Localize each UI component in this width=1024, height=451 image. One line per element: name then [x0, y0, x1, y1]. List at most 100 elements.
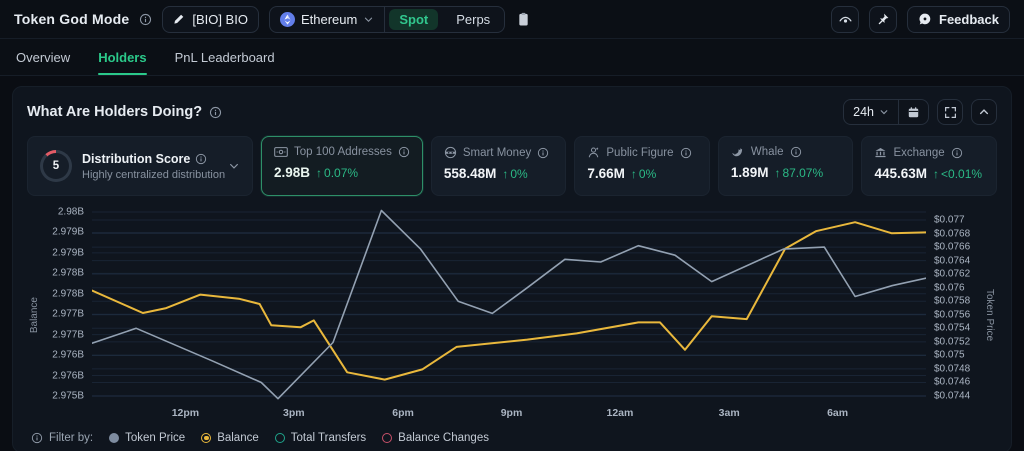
- tab-overview[interactable]: Overview: [16, 39, 70, 75]
- score-title: Distribution Score: [82, 152, 190, 166]
- panel-title: What Are Holders Doing?: [27, 104, 202, 120]
- clipboard-icon[interactable]: [517, 12, 530, 27]
- chevron-up-icon: [978, 106, 990, 118]
- stat-change: ↑ 0%: [631, 167, 656, 181]
- total-transfers-marker: [275, 433, 285, 443]
- stat-label: Smart Money: [463, 147, 531, 159]
- pin-button[interactable]: [869, 6, 897, 33]
- right-axis-title: Token Price: [982, 206, 997, 424]
- timeframe-dropdown[interactable]: 24h: [844, 105, 898, 119]
- stat-change: ↑ <0.01%: [933, 167, 982, 181]
- balance-marker: [201, 433, 211, 443]
- stat-card-top-100-addresses[interactable]: Top 100 Addresses 2.98B ↑ 0.07%: [261, 136, 423, 196]
- up-arrow-icon: ↑: [502, 167, 508, 181]
- stat-card-smart-money[interactable]: Smart Money558.48M↑ 0%: [431, 136, 567, 196]
- collapse-button[interactable]: [971, 99, 997, 125]
- stat-change: ↑ 0.07%: [316, 166, 358, 180]
- info-icon: [951, 147, 963, 159]
- legend-item-label: Total Transfers: [291, 432, 366, 444]
- left-axis-labels: 2.98B2.979B2.979B2.978B2.978B2.977B2.977…: [42, 206, 92, 424]
- stat-card-public-figure[interactable]: Public Figure 7.66M ↑ 0%: [574, 136, 710, 196]
- calendar-icon: [907, 106, 920, 119]
- right-axis-labels: $0.077$0.0768$0.0766$0.0764$0.0762$0.076…: [926, 206, 982, 424]
- info-icon: [31, 432, 43, 444]
- stat-change: ↑ 87.07%: [774, 166, 823, 180]
- smart-money-icon: [444, 146, 457, 159]
- expand-icon: [944, 106, 957, 119]
- legend-item-label: Token Price: [125, 432, 185, 444]
- stat-label: Whale: [751, 146, 784, 158]
- distribution-score-card[interactable]: 5 Distribution Score Highly centralized …: [27, 136, 253, 196]
- x-axis-tick: 6am: [827, 407, 848, 419]
- perps-tab[interactable]: Perps: [446, 9, 500, 30]
- up-arrow-icon: ↑: [774, 166, 780, 180]
- right-axis-tick: $0.0764: [934, 255, 970, 266]
- calendar-button[interactable]: [898, 100, 928, 124]
- filter-by-label: Filter by:: [49, 432, 93, 444]
- x-axis-tick: 12pm: [172, 407, 199, 419]
- banknote-icon: [274, 146, 288, 158]
- whale-icon: [731, 146, 745, 158]
- right-axis-tick: $0.0754: [934, 323, 970, 334]
- left-axis-title: Balance: [27, 206, 42, 424]
- public-figure-icon: [587, 146, 600, 159]
- legend-item-total-transfers[interactable]: Total Transfers: [275, 432, 366, 444]
- score-value: 5: [43, 153, 69, 179]
- tab-pnl-leaderboard[interactable]: PnL Leaderboard: [175, 39, 275, 75]
- left-axis-tick: 2.976B: [52, 350, 84, 361]
- market-selector: Ethereum Spot Perps: [269, 6, 505, 33]
- right-axis-tick: $0.0748: [934, 363, 970, 374]
- stat-card-exchange[interactable]: Exchange445.63M↑ <0.01%: [861, 136, 997, 196]
- chevron-down-icon: [363, 14, 374, 25]
- up-arrow-icon: ↑: [316, 166, 322, 180]
- balance-changes-marker: [382, 433, 392, 443]
- page-tabs: Overview Holders PnL Leaderboard: [0, 39, 1024, 76]
- watch-button[interactable]: [831, 6, 859, 33]
- tab-holders[interactable]: Holders: [98, 39, 146, 75]
- feedback-button[interactable]: Feedback: [907, 6, 1010, 33]
- stat-value: 445.63M: [874, 166, 927, 181]
- stat-value: 7.66M: [587, 166, 625, 181]
- x-axis-tick: 3pm: [283, 407, 305, 419]
- right-axis-tick: $0.077: [934, 215, 965, 226]
- right-axis-tick: $0.0768: [934, 228, 970, 239]
- legend-item-label: Balance: [217, 432, 259, 444]
- chart-svg: [92, 206, 926, 402]
- x-axis-tick: 3am: [719, 407, 740, 419]
- chevron-down-icon: [228, 160, 240, 172]
- right-axis-tick: $0.0758: [934, 296, 970, 307]
- token-select-button[interactable]: [BIO] BIO: [162, 6, 259, 33]
- right-axis-tick: $0.0756: [934, 309, 970, 320]
- info-icon: [139, 13, 152, 26]
- top-bar: Token God Mode [BIO] BIO Ethereum Spot P: [0, 0, 1024, 39]
- fullscreen-button[interactable]: [937, 99, 963, 125]
- network-label: Ethereum: [301, 12, 357, 27]
- stat-value: 2.98B: [274, 165, 310, 180]
- stat-value: 1.89M: [731, 165, 769, 180]
- right-axis-tick: $0.0766: [934, 242, 970, 253]
- chart-plot[interactable]: [92, 206, 926, 402]
- right-axis-tick: $0.0752: [934, 336, 970, 347]
- chevron-down-icon: [879, 107, 889, 117]
- right-axis-tick: $0.0746: [934, 377, 970, 388]
- stat-label: Public Figure: [606, 147, 673, 159]
- info-icon: [680, 147, 692, 159]
- stat-card-whale[interactable]: Whale 1.89M ↑ 87.07%: [718, 136, 854, 196]
- legend-item-token-price[interactable]: Token Price: [109, 432, 185, 444]
- legend-item-balance[interactable]: Balance: [201, 432, 259, 444]
- info-icon: [537, 147, 549, 159]
- stat-label: Top 100 Addresses: [294, 146, 392, 158]
- right-axis-tick: $0.0744: [934, 391, 970, 402]
- network-dropdown[interactable]: Ethereum: [270, 7, 384, 32]
- left-axis-tick: 2.975B: [52, 391, 84, 402]
- up-arrow-icon: ↑: [933, 167, 939, 181]
- feedback-label: Feedback: [939, 12, 999, 27]
- up-arrow-icon: ↑: [631, 167, 637, 181]
- spot-tab[interactable]: Spot: [389, 9, 438, 30]
- info-icon: [209, 106, 222, 119]
- right-axis-tick: $0.0762: [934, 269, 970, 280]
- token-button-label: [BIO] BIO: [192, 12, 248, 27]
- legend-item-balance-changes[interactable]: Balance Changes: [382, 432, 489, 444]
- chat-bubble-icon: [918, 12, 932, 26]
- page-title: Token God Mode: [14, 11, 129, 27]
